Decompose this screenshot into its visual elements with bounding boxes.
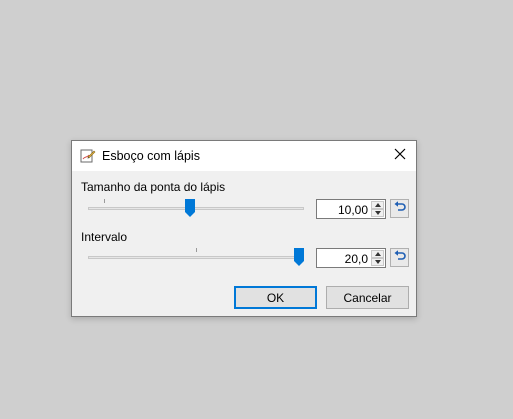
- pencil-tip-size-reset-button[interactable]: [390, 199, 409, 218]
- chevron-up-icon: [374, 252, 381, 256]
- interval-value[interactable]: 20,0: [345, 252, 368, 266]
- reset-icon: [394, 200, 406, 218]
- dialog-titlebar: Esboço com lápis: [72, 141, 416, 171]
- close-button[interactable]: [384, 141, 416, 171]
- slider-thumb[interactable]: [185, 199, 195, 217]
- chevron-up-icon: [374, 203, 381, 207]
- cancel-button[interactable]: Cancelar: [326, 286, 409, 309]
- chevron-down-icon: [374, 211, 381, 215]
- pencil-tip-size-label: Tamanho da ponta do lápis: [81, 180, 226, 194]
- pencil-tip-size-value[interactable]: 10,00: [338, 203, 368, 217]
- chevron-down-icon: [374, 260, 381, 264]
- slider-tick: [196, 248, 197, 252]
- interval-label: Intervalo: [81, 230, 128, 244]
- slider-track: [88, 207, 304, 210]
- interval-slider[interactable]: [88, 248, 304, 268]
- pencil-tip-size-slider[interactable]: [88, 199, 304, 219]
- dialog-title: Esboço com lápis: [102, 149, 200, 163]
- slider-thumb[interactable]: [294, 248, 304, 266]
- reset-icon: [394, 249, 406, 267]
- close-icon: [394, 147, 406, 165]
- interval-reset-button[interactable]: [390, 248, 409, 267]
- spin-down-button[interactable]: [371, 209, 384, 217]
- ok-button[interactable]: OK: [234, 286, 317, 309]
- pencil-sketch-icon: [80, 148, 96, 164]
- spin-arrows: [371, 201, 384, 217]
- spin-up-button[interactable]: [371, 201, 384, 209]
- pencil-sketch-dialog: Esboço com lápis Tamanho da ponta do láp…: [71, 140, 417, 317]
- interval-spinbox[interactable]: 20,0: [316, 248, 386, 268]
- pencil-tip-size-spinbox[interactable]: 10,00: [316, 199, 386, 219]
- spin-down-button[interactable]: [371, 258, 384, 266]
- spin-up-button[interactable]: [371, 250, 384, 258]
- slider-tick: [104, 199, 105, 203]
- spin-arrows: [371, 250, 384, 266]
- slider-track: [88, 256, 304, 259]
